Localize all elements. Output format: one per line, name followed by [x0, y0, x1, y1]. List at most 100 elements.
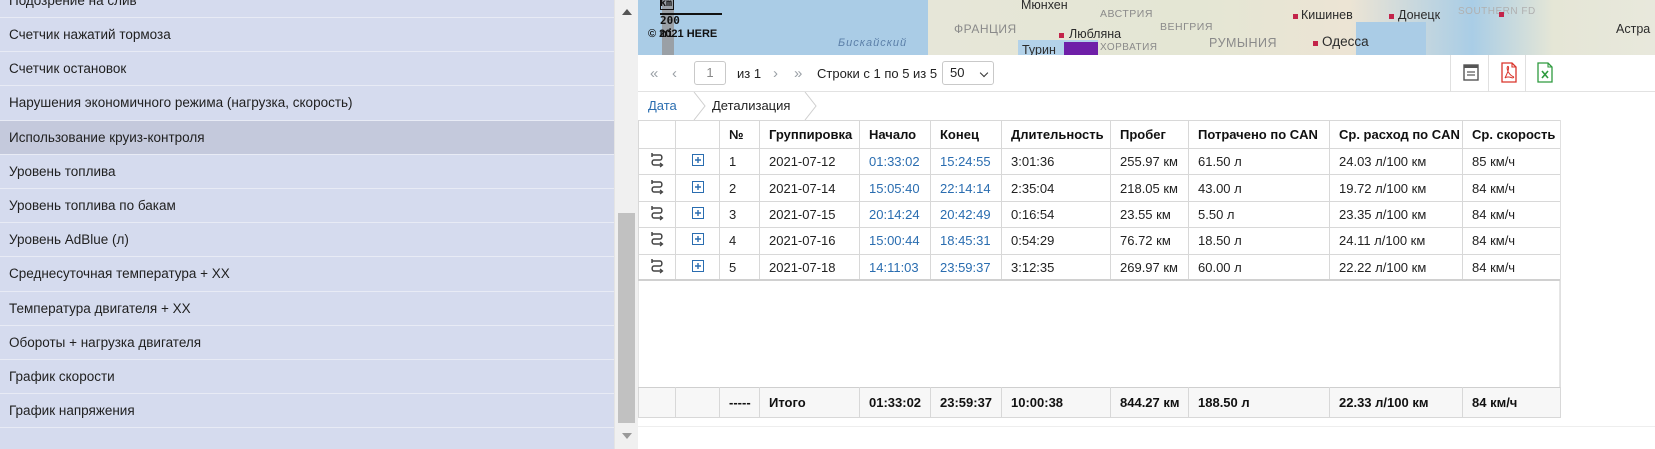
- column-header-grouping[interactable]: Группировка: [759, 120, 860, 149]
- print-icon[interactable]: [1463, 62, 1479, 83]
- row-date: 2021-07-14: [759, 174, 860, 202]
- report-item-cruise-control[interactable]: Использование круиз-контроля: [0, 120, 614, 155]
- row-can-avg: 22.22 л/100 км: [1329, 253, 1463, 282]
- row-duration: 3:12:35: [1001, 253, 1111, 282]
- row-mileage: 255.97 км: [1110, 147, 1189, 176]
- scroll-thumb[interactable]: [618, 213, 635, 423]
- totals-duration: 10:00:38: [1001, 387, 1111, 418]
- report-item-engine-temp[interactable]: Температура двигателя + ХХ: [0, 292, 614, 326]
- map-city-dot: [1293, 14, 1298, 19]
- toolbar-divider: [1450, 55, 1451, 92]
- row-end-time[interactable]: 18:45:31: [930, 227, 1002, 255]
- totals-table: ----- Итого 01:33:02 23:59:37 10:00:38 8…: [638, 387, 1561, 418]
- map-label-chisinau: Кишинев: [1301, 8, 1353, 22]
- report-list-scrollbar[interactable]: [614, 0, 638, 449]
- column-header-can-spent[interactable]: Потрачено по CAN: [1188, 120, 1330, 149]
- detail-table: № Группировка Начало Конец Длительность …: [638, 120, 1561, 282]
- breadcrumb-date[interactable]: Дата: [648, 98, 677, 113]
- row-start-time[interactable]: 01:33:02: [859, 147, 931, 176]
- report-item-eco-violations[interactable]: Нарушения экономичного режима (нагрузка,…: [0, 86, 614, 121]
- map-city-dot: [1059, 33, 1064, 38]
- rows-range-label: Строки с 1 по 5 из 5: [817, 66, 938, 81]
- expand-plus-icon[interactable]: [675, 147, 720, 176]
- map-view[interactable]: Мюнхен АВСТРИЯ ВЕНГРИЯ Кишинев Донецк SO…: [638, 0, 1655, 55]
- column-header-can-avg[interactable]: Ср. расход по CAN: [1329, 120, 1463, 149]
- totals-number: -----: [719, 387, 760, 418]
- expand-plus-icon[interactable]: [675, 253, 720, 282]
- map-track-marker[interactable]: [1064, 42, 1098, 55]
- grid-scroll-edge: [1560, 120, 1561, 417]
- detail-grid: № Группировка Начало Конец Длительность …: [638, 120, 1655, 427]
- row-start-time[interactable]: 15:05:40: [859, 174, 931, 202]
- expand-plus-icon[interactable]: [675, 174, 720, 202]
- row-number: 1: [719, 147, 760, 176]
- map-copyright: © 2021 HERE: [648, 28, 718, 40]
- report-list: Подозрение на слив Счетчик нажатий тормо…: [0, 0, 614, 429]
- report-item-brake-counter[interactable]: Счетчик нажатий тормоза: [0, 18, 614, 53]
- breadcrumb-detail[interactable]: Детализация: [712, 98, 790, 113]
- scroll-down-arrow-icon[interactable]: [622, 433, 632, 439]
- row-avg-speed: 84 км/ч: [1462, 253, 1561, 282]
- prev-page-icon[interactable]: ‹: [672, 65, 677, 82]
- map-label-turin: Турин: [1022, 43, 1056, 55]
- map-label-odessa: Одесса: [1322, 34, 1369, 49]
- row-end-time[interactable]: 15:24:55: [930, 147, 1002, 176]
- row-end-time[interactable]: 22:14:14: [930, 174, 1002, 202]
- toolbar-divider: [1525, 55, 1526, 92]
- table-row[interactable]: 4 2021-07-16 15:00:44 18:45:31 0:54:29 76.72 …: [638, 227, 1561, 255]
- row-number: 4: [719, 227, 760, 255]
- last-page-icon[interactable]: »: [794, 65, 802, 82]
- column-header-avg-speed[interactable]: Ср. скорость: [1462, 120, 1561, 149]
- report-item-drain-suspicion[interactable]: Подозрение на слив: [0, 0, 614, 18]
- report-item-stop-counter[interactable]: Счетчик остановок: [0, 52, 614, 87]
- pdf-export-icon[interactable]: [1501, 62, 1517, 83]
- scroll-up-arrow-icon[interactable]: [622, 9, 632, 15]
- toolbar-divider: [1488, 55, 1489, 92]
- row-avg-speed: 84 км/ч: [1462, 174, 1561, 202]
- route-icon[interactable]: [638, 253, 676, 282]
- report-item-speed-chart[interactable]: График скорости: [0, 360, 614, 395]
- column-header-start[interactable]: Начало: [859, 120, 931, 149]
- totals-start: 01:33:02: [859, 387, 931, 418]
- row-end-time[interactable]: 23:59:37: [930, 253, 1002, 282]
- rows-per-page-select[interactable]: 50: [942, 61, 994, 85]
- column-header-mileage[interactable]: Пробег: [1110, 120, 1189, 149]
- report-item-daily-temp[interactable]: Среднесуточная температура + ХХ: [0, 257, 614, 292]
- report-item-adblue[interactable]: Уровень AdBlue (л): [0, 223, 614, 258]
- expand-plus-icon[interactable]: [675, 200, 720, 229]
- expand-plus-icon[interactable]: [675, 227, 720, 255]
- report-item-voltage-chart[interactable]: График напряжения: [0, 394, 614, 429]
- map-label-munich: Мюнхен: [1021, 0, 1068, 12]
- row-can-spent: 61.50 л: [1188, 147, 1330, 176]
- route-icon[interactable]: [638, 227, 676, 255]
- route-icon[interactable]: [638, 147, 676, 176]
- report-item-rpm-load[interactable]: Обороты + нагрузка двигателя: [0, 326, 614, 360]
- column-header-end[interactable]: Конец: [930, 120, 1002, 149]
- totals-can-avg: 22.33 л/100 км: [1329, 387, 1463, 418]
- table-row[interactable]: 1 2021-07-12 01:33:02 15:24:55 3:01:36 255.97…: [638, 147, 1561, 176]
- report-item-fuel-tanks[interactable]: Уровень топлива по бакам: [0, 189, 614, 224]
- totals-avg-speed: 84 км/ч: [1462, 387, 1561, 418]
- route-icon[interactable]: [638, 200, 676, 229]
- table-row[interactable]: 2 2021-07-14 15:05:40 22:14:14 2:35:04 218.05…: [638, 174, 1561, 202]
- page-count-label: из 1: [737, 66, 762, 81]
- row-start-time[interactable]: 20:14:24: [859, 200, 931, 229]
- row-can-avg: 19.72 л/100 км: [1329, 174, 1463, 202]
- table-row[interactable]: 5 2021-07-18 14:11:03 23:59:37 3:12:35 269.97…: [638, 253, 1561, 282]
- route-icon[interactable]: [638, 174, 676, 202]
- next-page-icon[interactable]: ›: [773, 65, 778, 82]
- excel-export-icon[interactable]: [1537, 62, 1553, 83]
- row-start-time[interactable]: 14:11:03: [859, 253, 931, 282]
- first-page-icon[interactable]: «: [650, 65, 658, 82]
- page-number-input[interactable]: 1: [694, 61, 726, 85]
- table-row[interactable]: 3 2021-07-15 20:14:24 20:42:49 0:16:54 23.55 …: [638, 200, 1561, 229]
- horizontal-scrollbar[interactable]: [638, 426, 1655, 449]
- report-item-fuel-level[interactable]: Уровень топлива: [0, 155, 614, 189]
- column-header-number[interactable]: №: [719, 120, 760, 149]
- row-start-time[interactable]: 15:00:44: [859, 227, 931, 255]
- row-avg-speed: 84 км/ч: [1462, 227, 1561, 255]
- row-duration: 3:01:36: [1001, 147, 1111, 176]
- row-end-time[interactable]: 20:42:49: [930, 200, 1002, 229]
- column-header-duration[interactable]: Длительность: [1001, 120, 1111, 149]
- breadcrumb: Дата Детализация: [638, 92, 1655, 120]
